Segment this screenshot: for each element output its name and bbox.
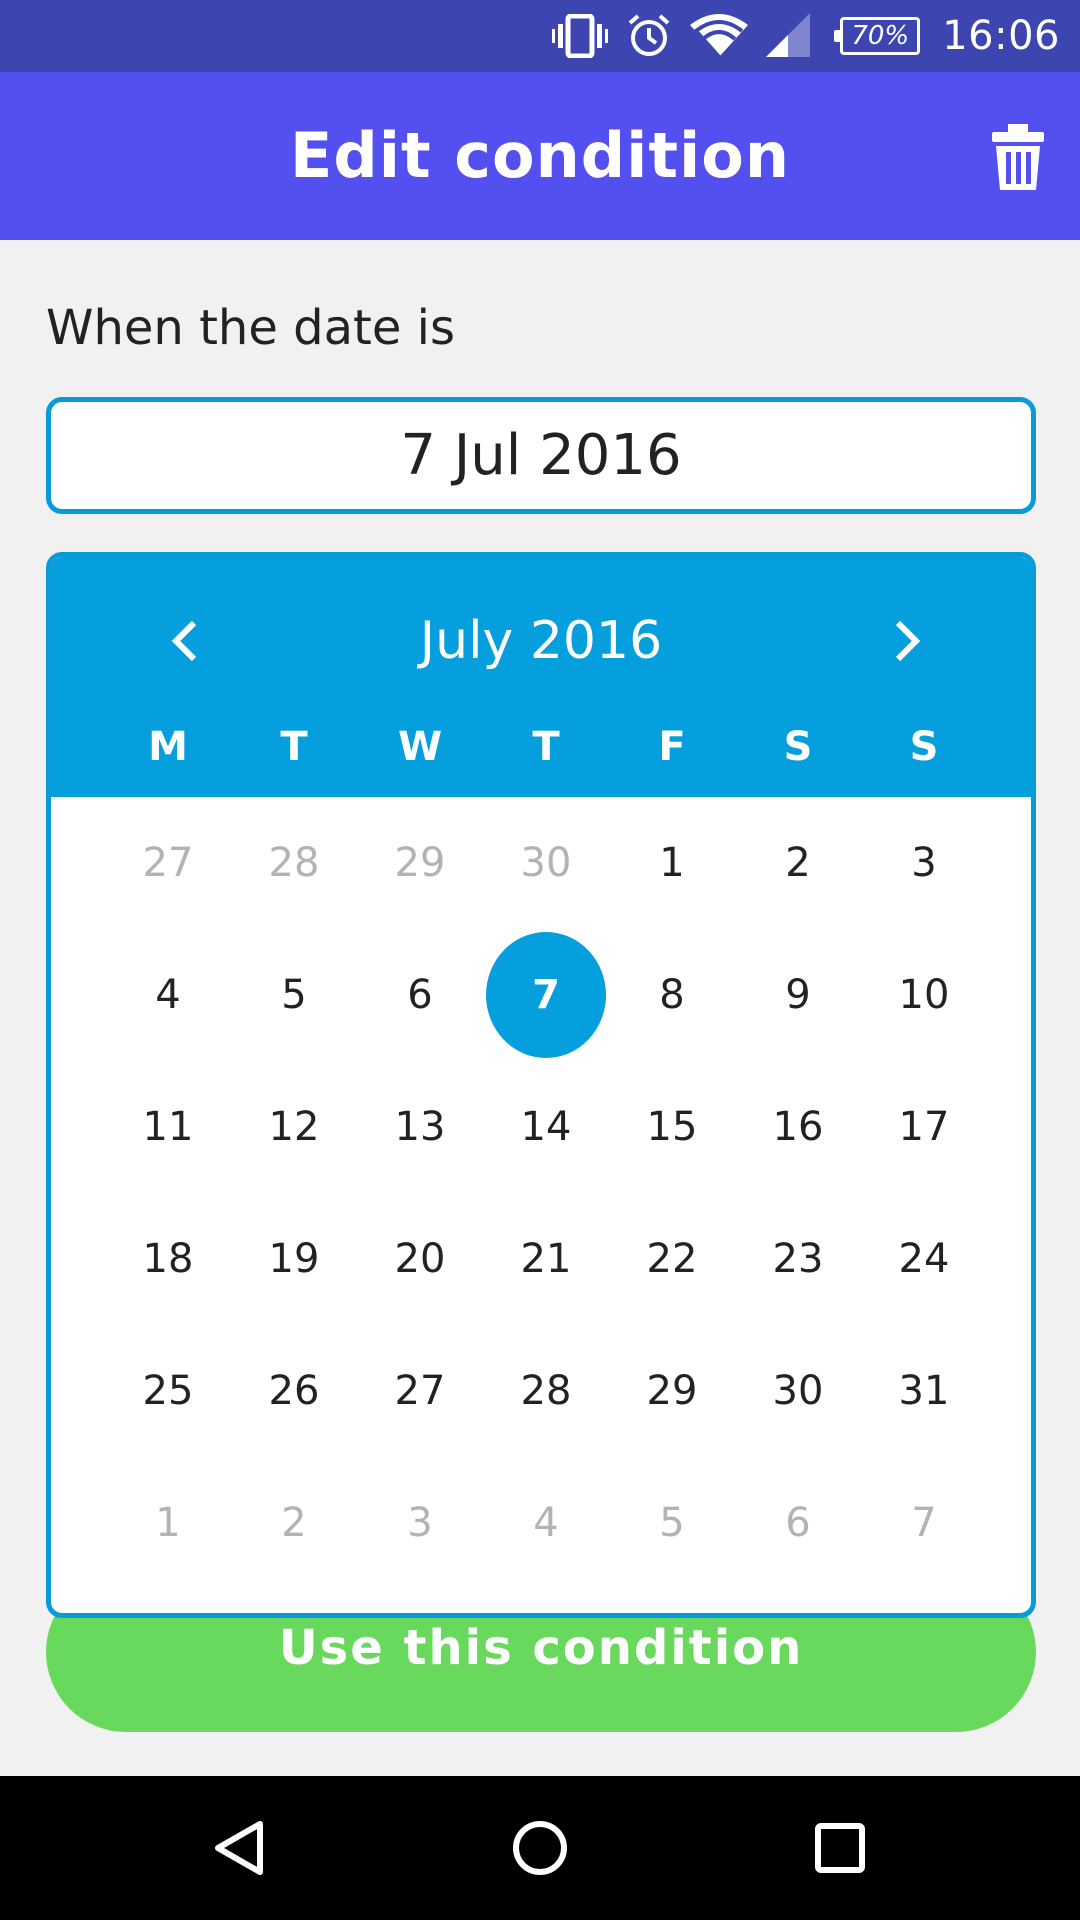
day-cell[interactable]: 6 [735,1457,861,1589]
weekday-label: F [658,724,686,770]
day-cell[interactable]: 29 [357,797,483,929]
weekday-label: S [783,724,813,770]
day-cell[interactable]: 1 [105,1457,231,1589]
day-cell[interactable]: 9 [735,929,861,1061]
day-cell[interactable]: 8 [609,929,735,1061]
day-cell[interactable]: 30 [735,1325,861,1457]
day-cell[interactable]: 6 [357,929,483,1061]
page-title: Edit condition [290,119,790,192]
day-cell[interactable]: 2 [735,797,861,929]
calendar-picker: July 2016 M T W T F S S 27 28 29 30 1 2 … [46,552,1036,1618]
condition-label: When the date is [46,300,455,356]
day-cell[interactable]: 2 [231,1457,357,1589]
back-icon [215,1821,263,1875]
calendar-header: July 2016 M T W T F S S [51,557,1031,797]
day-cell[interactable]: 1 [609,797,735,929]
day-cell[interactable]: 27 [105,797,231,929]
recents-icon [815,1823,865,1873]
day-cell[interactable]: 15 [609,1061,735,1193]
home-button[interactable] [504,1812,576,1884]
day-grid: 27 28 29 30 1 2 3 4 5 6 7 8 9 10 11 12 1… [51,797,1031,1613]
vibrate-icon [552,0,609,72]
day-cell[interactable]: 22 [609,1193,735,1325]
weekday-label: T [532,724,560,770]
next-month-button[interactable] [877,611,937,671]
weekday-label: W [397,724,443,770]
battery-icon: 70% [834,17,921,55]
day-cell[interactable]: 14 [483,1061,609,1193]
weekday-label: M [148,724,188,770]
battery-percent: 70% [851,21,910,51]
date-field[interactable]: 7 Jul 2016 [46,397,1036,514]
day-cell[interactable]: 30 [483,797,609,929]
delete-button[interactable] [990,124,1046,192]
day-cell[interactable]: 17 [861,1061,987,1193]
day-cell[interactable]: 20 [357,1193,483,1325]
day-cell[interactable]: 12 [231,1061,357,1193]
status-bar: 70% 16:06 [0,0,1080,72]
day-cell-selected[interactable]: 7 [483,929,609,1061]
day-cell[interactable]: 10 [861,929,987,1061]
day-cell[interactable]: 31 [861,1325,987,1457]
signal-icon [766,0,814,72]
day-cell[interactable]: 29 [609,1325,735,1457]
navigation-bar [0,1776,1080,1920]
day-cell[interactable]: 25 [105,1325,231,1457]
back-button[interactable] [204,1812,276,1884]
day-cell[interactable]: 23 [735,1193,861,1325]
weekday-label: T [280,724,308,770]
chevron-right-icon [895,620,921,662]
day-cell[interactable]: 16 [735,1061,861,1193]
alarm-icon [626,0,672,72]
day-cell[interactable]: 21 [483,1193,609,1325]
clock: 16:06 [942,13,1060,59]
day-cell[interactable]: 24 [861,1193,987,1325]
day-cell[interactable]: 7 [861,1457,987,1589]
wifi-icon [690,0,749,72]
day-cell[interactable]: 19 [231,1193,357,1325]
day-cell[interactable]: 5 [231,929,357,1061]
day-cell[interactable]: 13 [357,1061,483,1193]
day-cell[interactable]: 26 [231,1325,357,1457]
day-cell[interactable]: 4 [483,1457,609,1589]
day-cell[interactable]: 3 [861,797,987,929]
day-cell[interactable]: 18 [105,1193,231,1325]
day-cell[interactable]: 27 [357,1325,483,1457]
day-cell[interactable]: 5 [609,1457,735,1589]
day-cell[interactable]: 4 [105,929,231,1061]
home-icon [513,1821,567,1875]
status-icons: 70% 16:06 [534,0,1060,72]
day-cell[interactable]: 28 [483,1325,609,1457]
recents-button[interactable] [804,1812,876,1884]
app-bar: Edit condition [0,72,1080,240]
trash-icon [992,124,1044,190]
weekday-label: S [909,724,939,770]
weekday-row: M T W T F S S [51,717,1031,797]
day-cell[interactable]: 28 [231,797,357,929]
day-cell[interactable]: 3 [357,1457,483,1589]
day-cell[interactable]: 11 [105,1061,231,1193]
selected-day-label: 7 [486,932,606,1058]
